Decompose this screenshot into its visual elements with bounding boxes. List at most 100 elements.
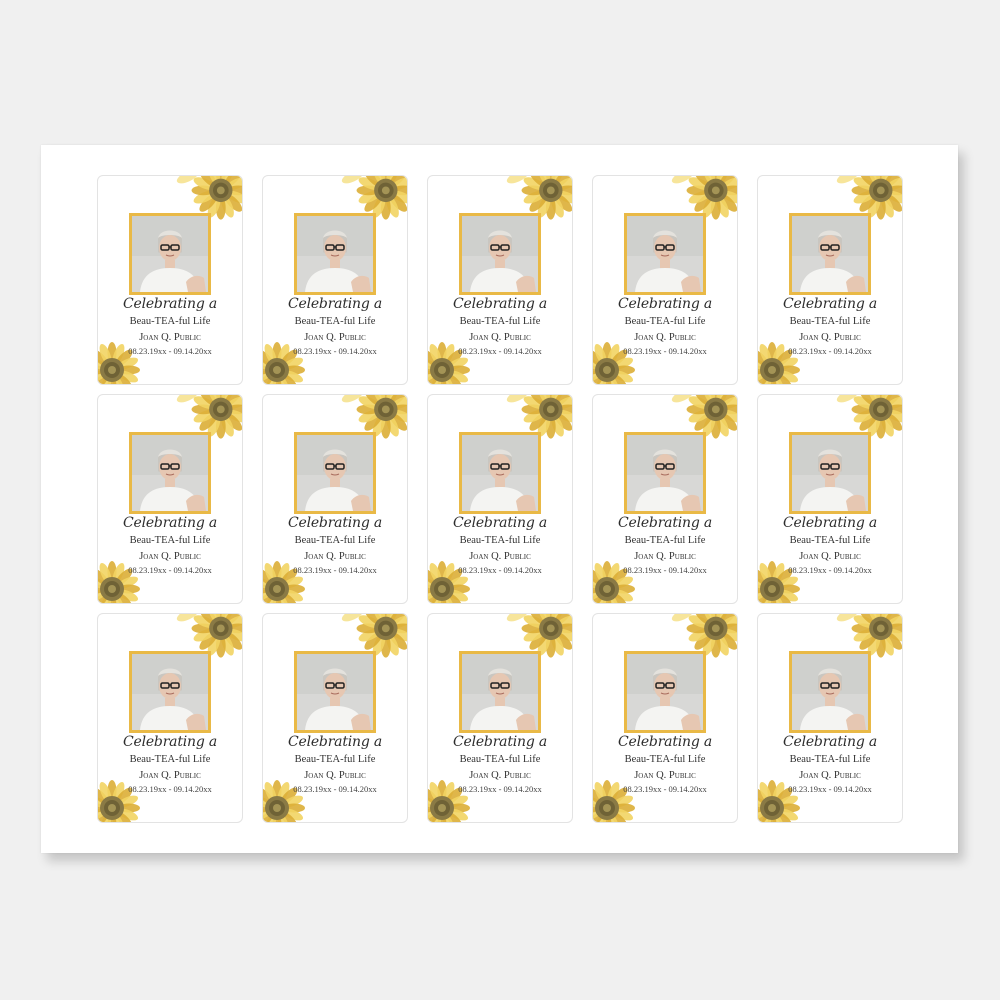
label-dates: 08.23.19xx - 09.14.20xx — [458, 565, 542, 575]
label-dates: 08.23.19xx - 09.14.20xx — [458, 346, 542, 356]
label-name: Joan Q. Public — [799, 770, 861, 781]
portrait-photo — [792, 435, 868, 511]
sticker-label[interactable]: Celebrating a Beau-TEA-ful Life Joan Q. … — [427, 175, 573, 385]
sticker-label[interactable]: Celebrating a Beau-TEA-ful Life Joan Q. … — [262, 175, 408, 385]
label-subtitle: Beau-TEA-ful Life — [789, 316, 871, 327]
sticker-label[interactable]: Celebrating a Beau-TEA-ful Life Joan Q. … — [757, 394, 903, 604]
label-name: Joan Q. Public — [799, 551, 861, 562]
label-title: Celebrating a — [122, 515, 218, 531]
label-name: Joan Q. Public — [634, 770, 696, 781]
photo-frame — [129, 213, 211, 295]
label-subtitle: Beau-TEA-ful Life — [789, 754, 871, 765]
portrait-photo — [132, 654, 208, 730]
portrait-photo — [792, 654, 868, 730]
label-name: Joan Q. Public — [469, 332, 531, 343]
sticker-label[interactable]: Celebrating a Beau-TEA-ful Life Joan Q. … — [97, 175, 243, 385]
label-dates: 08.23.19xx - 09.14.20xx — [623, 346, 707, 356]
label-subtitle: Beau-TEA-ful Life — [459, 754, 541, 765]
sticker-label[interactable]: Celebrating a Beau-TEA-ful Life Joan Q. … — [592, 175, 738, 385]
portrait-photo — [297, 435, 373, 511]
label-dates: 08.23.19xx - 09.14.20xx — [623, 784, 707, 794]
label-dates: 08.23.19xx - 09.14.20xx — [128, 346, 212, 356]
label-dates: 08.23.19xx - 09.14.20xx — [293, 784, 377, 794]
label-grid: Celebrating a Beau-TEA-ful Life Joan Q. … — [97, 175, 903, 823]
label-title: Celebrating a — [122, 296, 218, 312]
label-dates: 08.23.19xx - 09.14.20xx — [788, 565, 872, 575]
label-subtitle: Beau-TEA-ful Life — [624, 316, 706, 327]
label-subtitle: Beau-TEA-ful Life — [789, 535, 871, 546]
photo-frame — [789, 213, 871, 295]
label-name: Joan Q. Public — [304, 332, 366, 343]
photo-frame — [459, 432, 541, 514]
photo-frame — [624, 213, 706, 295]
photo-frame — [624, 432, 706, 514]
portrait-photo — [627, 435, 703, 511]
label-name: Joan Q. Public — [469, 551, 531, 562]
label-title: Celebrating a — [452, 734, 548, 750]
label-subtitle: Beau-TEA-ful Life — [294, 754, 376, 765]
sticker-label[interactable]: Celebrating a Beau-TEA-ful Life Joan Q. … — [757, 613, 903, 823]
label-title: Celebrating a — [452, 296, 548, 312]
sticker-label[interactable]: Celebrating a Beau-TEA-ful Life Joan Q. … — [97, 394, 243, 604]
label-subtitle: Beau-TEA-ful Life — [624, 535, 706, 546]
sticker-label[interactable]: Celebrating a Beau-TEA-ful Life Joan Q. … — [262, 613, 408, 823]
portrait-photo — [462, 435, 538, 511]
label-subtitle: Beau-TEA-ful Life — [459, 535, 541, 546]
label-subtitle: Beau-TEA-ful Life — [294, 316, 376, 327]
label-title: Celebrating a — [287, 734, 383, 750]
label-title: Celebrating a — [782, 515, 878, 531]
portrait-photo — [792, 216, 868, 292]
portrait-photo — [627, 654, 703, 730]
label-title: Celebrating a — [287, 515, 383, 531]
portrait-photo — [132, 216, 208, 292]
label-dates: 08.23.19xx - 09.14.20xx — [293, 565, 377, 575]
sticker-label[interactable]: Celebrating a Beau-TEA-ful Life Joan Q. … — [757, 175, 903, 385]
sticker-label[interactable]: Celebrating a Beau-TEA-ful Life Joan Q. … — [592, 613, 738, 823]
label-subtitle: Beau-TEA-ful Life — [129, 535, 211, 546]
photo-frame — [624, 651, 706, 733]
sticker-label[interactable]: Celebrating a Beau-TEA-ful Life Joan Q. … — [592, 394, 738, 604]
label-name: Joan Q. Public — [139, 770, 201, 781]
label-title: Celebrating a — [617, 296, 713, 312]
portrait-photo — [627, 216, 703, 292]
label-title: Celebrating a — [782, 296, 878, 312]
label-title: Celebrating a — [617, 515, 713, 531]
label-name: Joan Q. Public — [634, 332, 696, 343]
sticker-label[interactable]: Celebrating a Beau-TEA-ful Life Joan Q. … — [427, 394, 573, 604]
label-name: Joan Q. Public — [304, 551, 366, 562]
photo-frame — [294, 651, 376, 733]
label-dates: 08.23.19xx - 09.14.20xx — [128, 565, 212, 575]
photo-frame — [129, 432, 211, 514]
label-name: Joan Q. Public — [139, 332, 201, 343]
label-name: Joan Q. Public — [139, 551, 201, 562]
photo-frame — [459, 651, 541, 733]
label-name: Joan Q. Public — [304, 770, 366, 781]
sticker-label[interactable]: Celebrating a Beau-TEA-ful Life Joan Q. … — [262, 394, 408, 604]
photo-frame — [459, 213, 541, 295]
photo-frame — [129, 651, 211, 733]
portrait-photo — [297, 654, 373, 730]
label-title: Celebrating a — [782, 734, 878, 750]
label-title: Celebrating a — [452, 515, 548, 531]
sticker-label[interactable]: Celebrating a Beau-TEA-ful Life Joan Q. … — [97, 613, 243, 823]
label-title: Celebrating a — [617, 734, 713, 750]
label-name: Joan Q. Public — [799, 332, 861, 343]
portrait-photo — [132, 435, 208, 511]
portrait-photo — [462, 654, 538, 730]
label-sheet: Celebrating a Beau-TEA-ful Life Joan Q. … — [41, 145, 958, 853]
label-title: Celebrating a — [122, 734, 218, 750]
photo-frame — [789, 432, 871, 514]
label-dates: 08.23.19xx - 09.14.20xx — [128, 784, 212, 794]
label-dates: 08.23.19xx - 09.14.20xx — [458, 784, 542, 794]
label-dates: 08.23.19xx - 09.14.20xx — [788, 346, 872, 356]
label-subtitle: Beau-TEA-ful Life — [624, 754, 706, 765]
sticker-label[interactable]: Celebrating a Beau-TEA-ful Life Joan Q. … — [427, 613, 573, 823]
label-dates: 08.23.19xx - 09.14.20xx — [293, 346, 377, 356]
label-title: Celebrating a — [287, 296, 383, 312]
label-dates: 08.23.19xx - 09.14.20xx — [788, 784, 872, 794]
photo-frame — [789, 651, 871, 733]
label-subtitle: Beau-TEA-ful Life — [459, 316, 541, 327]
label-subtitle: Beau-TEA-ful Life — [294, 535, 376, 546]
portrait-photo — [297, 216, 373, 292]
label-name: Joan Q. Public — [469, 770, 531, 781]
